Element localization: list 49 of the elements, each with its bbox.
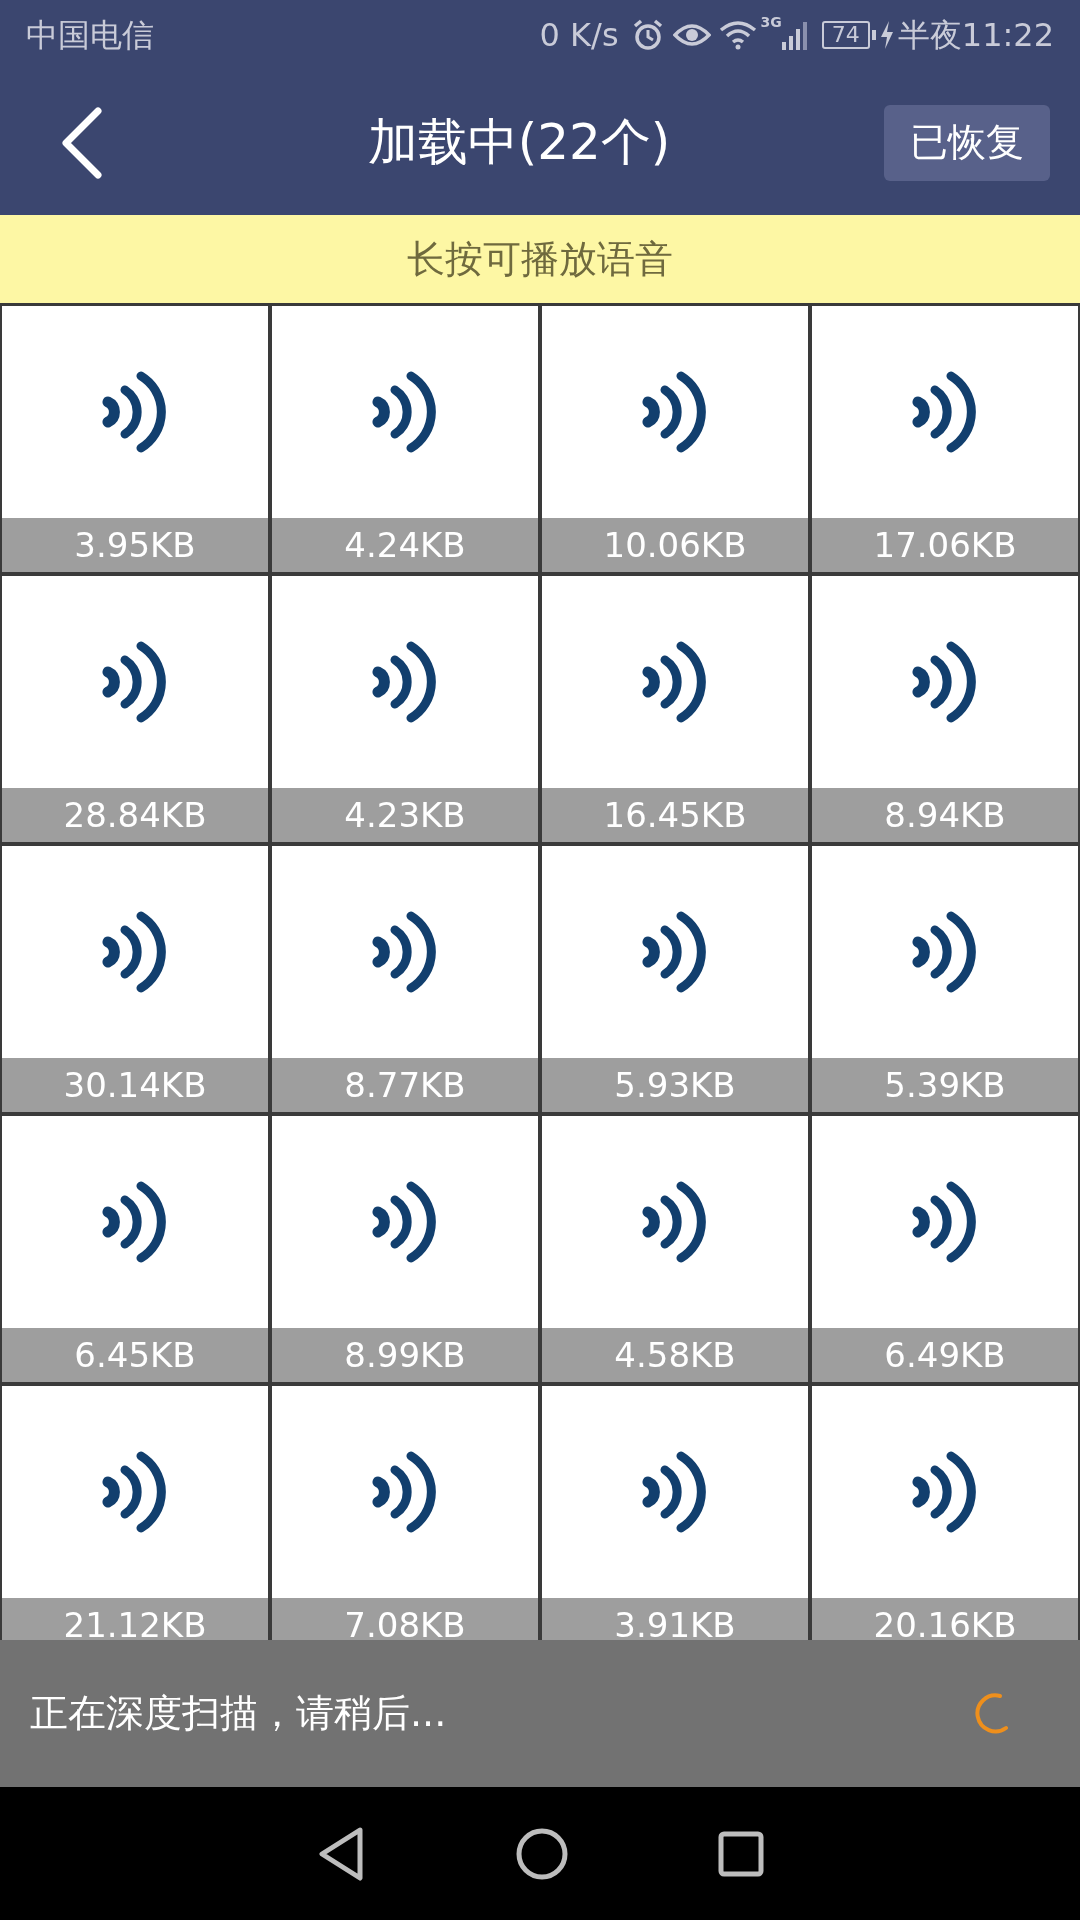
voice-file-tile[interactable]: 30.14KB [2, 846, 268, 1112]
file-size: 17.06KB [873, 524, 1017, 566]
file-size: 16.45KB [603, 794, 747, 836]
restored-button[interactable]: 已恢复 [884, 104, 1050, 181]
voice-file-tile[interactable]: 17.06KB [812, 306, 1078, 572]
file-size: 30.14KB [63, 1064, 207, 1106]
file-size: 3.95KB [74, 524, 196, 566]
hint-text: 长按可播放语音 [407, 235, 673, 283]
network-type: 3G [760, 13, 782, 32]
voice-file-tile[interactable]: 16.45KB [542, 576, 808, 842]
voice-file-tile[interactable]: 5.93KB [542, 846, 808, 1112]
file-size: 6.49KB [884, 1334, 1006, 1376]
voice-file-tile[interactable]: 10.06KB [542, 306, 808, 572]
file-size: 8.99KB [344, 1334, 466, 1376]
carrier-name: 中国电信 [26, 15, 154, 56]
voice-file-tile[interactable]: 4.24KB [272, 306, 538, 572]
network-speed: 0 K/s [539, 15, 619, 56]
file-size: 5.93KB [614, 1064, 736, 1106]
voice-file-tile[interactable]: 8.77KB [272, 846, 538, 1112]
voice-file-tile[interactable]: 28.84KB [2, 576, 268, 842]
file-size: 5.39KB [884, 1064, 1006, 1106]
voice-file-tile[interactable]: 4.23KB [272, 576, 538, 842]
voice-file-tile[interactable]: 7.08KB [272, 1386, 538, 1640]
voice-file-tile[interactable]: 3.91KB [542, 1386, 808, 1640]
file-size: 4.24KB [344, 524, 466, 566]
file-size: 10.06KB [603, 524, 747, 566]
file-size: 3.91KB [614, 1604, 736, 1640]
file-size: 28.84KB [63, 794, 207, 836]
voice-file-tile[interactable]: 6.45KB [2, 1116, 268, 1382]
voice-file-tile[interactable]: 21.12KB [2, 1386, 268, 1640]
file-size: 20.16KB [873, 1604, 1017, 1640]
file-size: 4.23KB [344, 794, 466, 836]
file-size: 4.58KB [614, 1334, 736, 1376]
voice-file-tile[interactable]: 4.58KB [542, 1116, 808, 1382]
voice-file-tile[interactable]: 20.16KB [812, 1386, 1078, 1640]
scan-status: 正在深度扫描，请稍后... [30, 1690, 448, 1737]
voice-file-tile[interactable]: 8.99KB [272, 1116, 538, 1382]
file-size: 8.77KB [344, 1064, 466, 1106]
battery-level: 74 [821, 21, 870, 49]
file-size: 7.08KB [344, 1604, 466, 1640]
voice-file-tile[interactable]: 3.95KB [2, 306, 268, 572]
voice-file-tile[interactable]: 5.39KB [812, 846, 1078, 1112]
file-size: 6.45KB [74, 1334, 196, 1376]
clock-time: 半夜11:22 [897, 15, 1054, 56]
file-size: 21.12KB [63, 1604, 207, 1640]
voice-file-tile[interactable]: 8.94KB [812, 576, 1078, 842]
file-size: 8.94KB [884, 794, 1006, 836]
page-title: 加载中(22个) [367, 112, 671, 173]
voice-file-tile[interactable]: 6.49KB [812, 1116, 1078, 1382]
